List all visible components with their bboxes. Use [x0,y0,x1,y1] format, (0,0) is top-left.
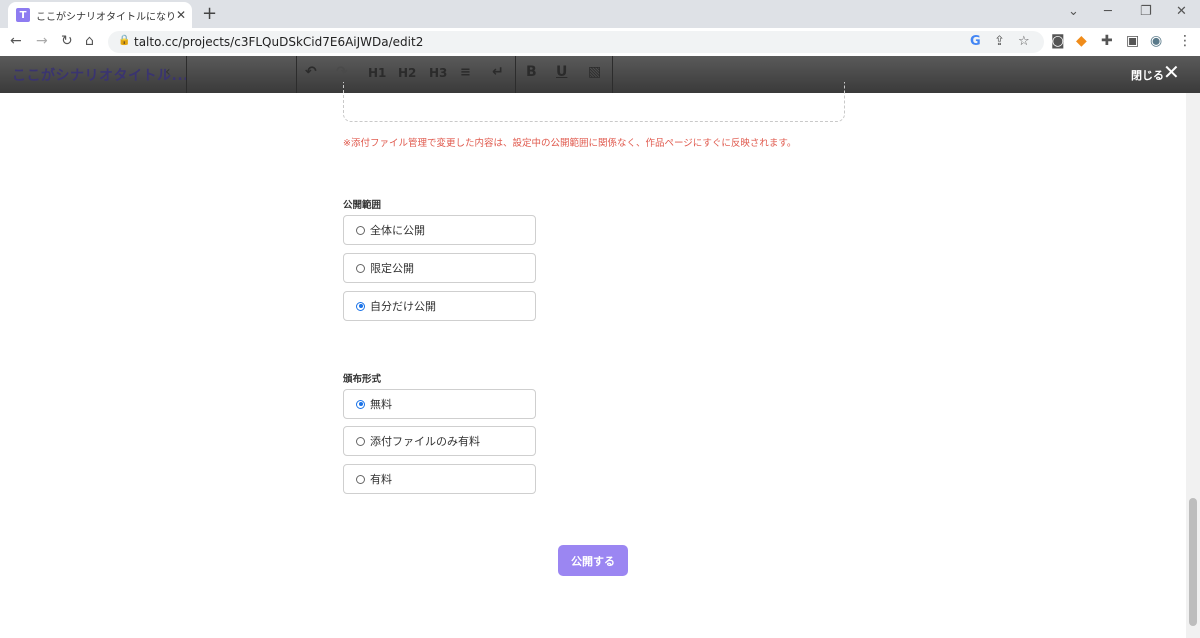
tab-title: ここがシナリオタイトルになります。- TA [36,11,174,23]
radio-icon[interactable] [356,263,365,273]
insert-image-icon[interactable]: ▧ [588,64,601,80]
reload-icon[interactable]: ↻ [61,33,73,49]
heading2-button[interactable]: H2 [398,66,416,80]
option-label: 自分だけ公開 [370,300,436,313]
visibility-label: 公開範囲 [343,200,382,211]
heading3-button[interactable]: H3 [429,66,447,80]
side-panel-icon[interactable]: ▣ [1126,33,1139,49]
address-bar-row: ← → ↻ ⌂ 🔒 talto.cc/projects/c3FLQuDSkCid… [0,28,1200,57]
extensions-puzzle-icon[interactable]: ✚ [1101,33,1113,49]
distribution-option-free[interactable]: 無料 [343,389,536,419]
close-icon[interactable]: ✕ [1163,60,1180,84]
tab-close-icon[interactable]: ✕ [176,8,186,22]
publish-button[interactable]: 公開する [558,545,628,576]
forward-icon[interactable]: → [36,33,48,49]
attachment-upload-area[interactable] [343,82,845,122]
paragraph-style-icon[interactable]: ≡ [460,65,471,80]
heading1-button[interactable]: H1 [368,66,386,80]
visibility-option-public[interactable]: 全体に公開 [343,215,536,245]
toolbar-divider [296,56,297,93]
option-label: 全体に公開 [370,224,425,237]
attachment-note: ※添付ファイル管理で変更した内容は、設定中の公開範囲に関係なく、作品ページにすぐ… [343,138,797,149]
minimize-icon[interactable]: ─ [1104,4,1112,19]
radio-icon[interactable] [356,436,365,446]
redo-icon[interactable]: ↷ [336,64,348,80]
restore-icon[interactable]: ❐ [1140,4,1152,19]
home-icon[interactable]: ⌂ [85,33,94,49]
browser-menu-icon[interactable]: ⋮ [1178,33,1192,49]
bold-button[interactable]: B [526,64,537,80]
toolbar-divider [186,56,187,93]
collapse-chevron-icon[interactable]: ‹ [165,64,171,80]
url-text[interactable]: talto.cc/projects/c3FLQuDSkCid7E6AiJWDa/… [134,35,423,49]
undo-icon[interactable]: ↶ [305,64,317,80]
distribution-option-paid[interactable]: 有料 [343,464,536,494]
back-icon[interactable]: ← [10,33,22,49]
camera-icon[interactable]: ◙ [1051,33,1065,49]
browser-tab[interactable]: T ここがシナリオタイトルになります。- TA ✕ [8,2,192,28]
site-favicon-icon: T [16,8,30,22]
omnibox[interactable]: 🔒 talto.cc/projects/c3FLQuDSkCid7E6AiJWD… [108,31,1044,53]
radio-icon[interactable] [356,474,365,484]
share-icon[interactable]: ⇪ [994,34,1005,49]
scrollbar-thumb[interactable] [1189,498,1197,626]
line-break-icon[interactable]: ↵ [492,64,504,80]
google-translate-icon[interactable]: G [970,34,981,49]
option-label: 有料 [370,473,392,486]
new-tab-icon[interactable]: + [202,3,217,24]
radio-checked-icon[interactable] [356,301,365,311]
distribution-label: 頒布形式 [343,374,382,385]
option-label: 無料 [370,398,392,411]
extension-shield-icon[interactable]: ◆ [1076,33,1087,49]
radio-checked-icon[interactable] [356,399,365,409]
distribution-option-attachments-paid[interactable]: 添付ファイルのみ有料 [343,426,536,456]
visibility-option-limited[interactable]: 限定公開 [343,253,536,283]
visibility-option-private[interactable]: 自分だけ公開 [343,291,536,321]
tab-search-icon[interactable]: ⌄ [1068,4,1079,19]
option-label: 添付ファイルのみ有料 [370,435,480,448]
radio-icon[interactable] [356,225,365,235]
underline-button[interactable]: U [556,64,567,80]
browser-tabstrip: T ここがシナリオタイトルになります。- TA ✕ + ⌄ ─ ❐ ✕ [0,0,1200,28]
option-label: 限定公開 [370,262,414,275]
close-label[interactable]: 閉じる [1131,67,1164,83]
bookmark-star-icon[interactable]: ☆ [1018,34,1030,49]
lock-icon[interactable]: 🔒 [118,35,130,46]
profile-avatar-icon[interactable]: ◉ [1150,33,1162,49]
window-close-icon[interactable]: ✕ [1176,4,1187,19]
scenario-title[interactable]: ここがシナリオタイトル... [12,65,189,85]
